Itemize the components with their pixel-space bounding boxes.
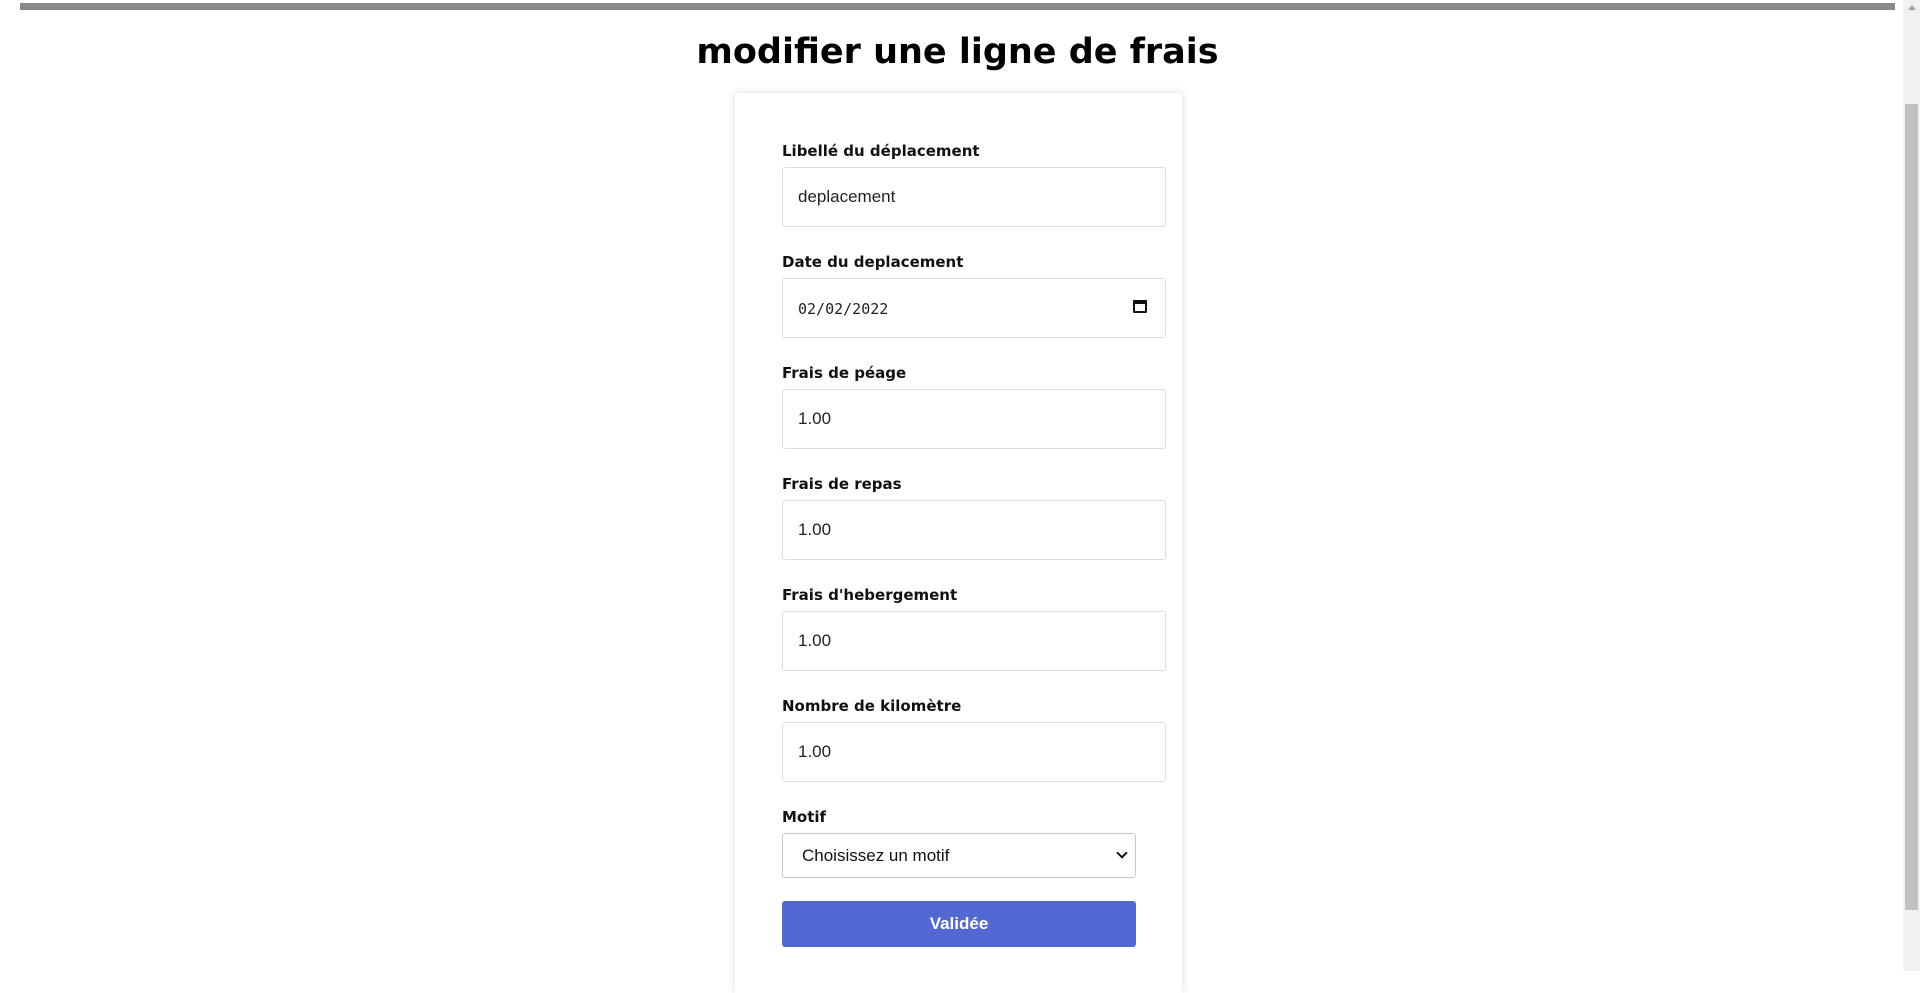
- motif-label: Motif: [782, 808, 827, 826]
- date-input[interactable]: 02/02/2022: [782, 278, 1166, 338]
- page-title: modifier une ligne de frais: [696, 32, 1219, 72]
- kilometre-label: Nombre de kilomètre: [782, 697, 962, 715]
- libelle-input[interactable]: [782, 167, 1166, 227]
- scroll-up-arrow-icon[interactable]: [1908, 5, 1916, 10]
- motif-select[interactable]: Choisissez un motif: [782, 833, 1136, 878]
- peage-label: Frais de péage: [782, 364, 907, 382]
- repas-input[interactable]: [782, 500, 1166, 560]
- hebergement-input[interactable]: [782, 611, 1166, 671]
- expense-form-card: Libellé du déplacement Date du deplaceme…: [735, 93, 1182, 993]
- chevron-down-icon: [1116, 847, 1128, 859]
- vertical-scrollbar[interactable]: [1903, 0, 1920, 971]
- libelle-label: Libellé du déplacement: [782, 142, 980, 160]
- calendar-icon[interactable]: [1133, 300, 1147, 313]
- peage-input[interactable]: [782, 389, 1166, 449]
- motif-selected-value: Choisissez un motif: [802, 846, 950, 865]
- top-progress-bar: [20, 3, 1895, 10]
- kilometre-input[interactable]: [782, 722, 1166, 782]
- date-value: 02/02/2022: [798, 300, 889, 318]
- repas-label: Frais de repas: [782, 475, 902, 493]
- hebergement-label: Frais d'hebergement: [782, 586, 958, 604]
- scrollbar-thumb[interactable]: [1905, 104, 1918, 910]
- submit-button[interactable]: Validée: [782, 901, 1136, 947]
- date-label: Date du deplacement: [782, 253, 964, 271]
